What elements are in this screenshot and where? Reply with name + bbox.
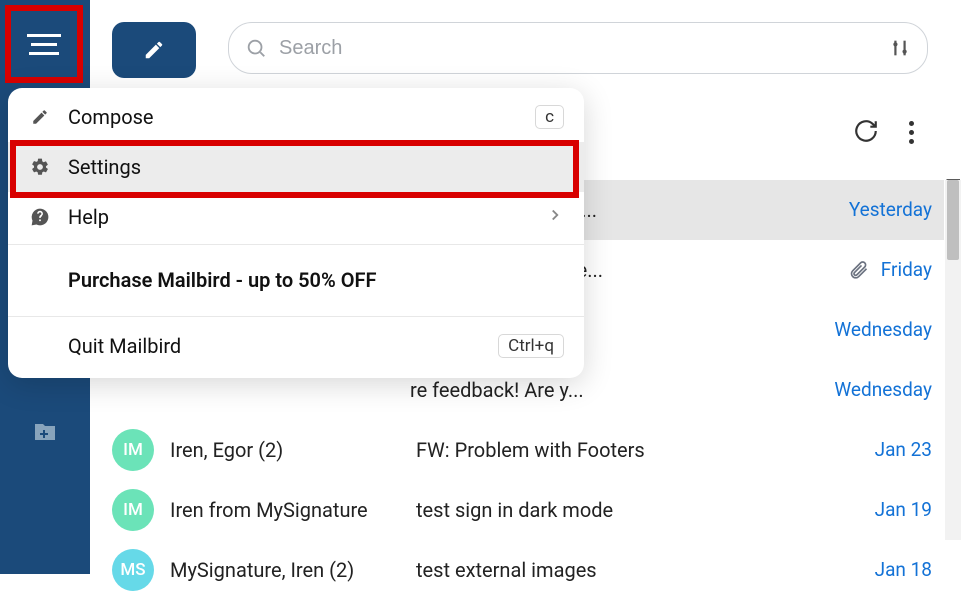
menu-label: Help (68, 205, 530, 229)
help-icon (28, 207, 52, 227)
avatar: IM (112, 429, 154, 471)
sender-name: MySignature, Iren (2) (170, 558, 400, 582)
email-date: Yesterday (849, 198, 932, 221)
menu-label: Purchase Mailbird - up to 50% OFF (68, 268, 564, 292)
avatar: IM (112, 489, 154, 531)
menu-label: Compose (68, 105, 519, 129)
pencil-icon (28, 108, 52, 126)
menu-item-settings[interactable]: Settings (8, 142, 584, 192)
compose-button[interactable] (112, 22, 196, 78)
hamburger-menu-button[interactable] (15, 15, 73, 73)
list-header-actions (853, 115, 926, 150)
avatar: MS (112, 549, 154, 591)
attachment-icon (849, 260, 869, 280)
sender-name: Iren from MySignature (170, 498, 400, 522)
email-row[interactable]: IM Iren from MySignature test sign in dark… (100, 480, 944, 540)
email-date: Jan 23 (875, 438, 932, 461)
sender-name: Iren, Egor (2) (170, 438, 400, 462)
menu-item-help[interactable]: Help (8, 192, 584, 242)
email-row[interactable]: IM Iren, Egor (2) FW: Problem with Footers… (100, 420, 944, 480)
shortcut-key: c (535, 105, 564, 129)
more-options-button[interactable] (897, 115, 926, 150)
scrollbar[interactable] (945, 180, 961, 540)
menu-item-compose[interactable]: Compose c (8, 92, 584, 142)
menu-label: Quit Mailbird (68, 334, 482, 358)
email-row[interactable]: MS MySignature, Iren (2) test external ima… (100, 540, 944, 600)
email-date: Jan 18 (875, 558, 932, 581)
search-options-icon[interactable] (889, 37, 911, 59)
refresh-button[interactable] (853, 118, 879, 148)
email-date: Jan 19 (875, 498, 932, 521)
menu-item-purchase[interactable]: Purchase Mailbird - up to 50% OFF (8, 244, 584, 314)
email-date: Friday (881, 258, 932, 281)
add-folder-icon[interactable] (0, 420, 90, 444)
search-icon (245, 37, 267, 59)
shortcut-key: Ctrl+q (498, 334, 564, 358)
email-subject: test sign in dark mode (416, 498, 859, 522)
hamburger-highlight-box (5, 5, 83, 83)
search-input[interactable] (279, 37, 877, 60)
search-bar (228, 22, 928, 74)
menu-label: Settings (68, 155, 564, 179)
email-subject: re feedback! Are y... (410, 378, 818, 402)
email-subject: test external images (416, 558, 859, 582)
menu-item-quit[interactable]: Quit Mailbird Ctrl+q (8, 316, 584, 374)
main-menu-dropdown: Compose c Settings Help Purchase Mailbir… (8, 88, 584, 378)
chevron-right-icon (546, 205, 564, 229)
pencil-icon (143, 39, 165, 61)
email-date: Wednesday (834, 318, 932, 341)
gear-icon (28, 157, 52, 177)
scrollbar-thumb[interactable] (947, 180, 959, 260)
email-date: Wednesday (834, 378, 932, 401)
email-subject: FW: Problem with Footers (416, 438, 859, 462)
